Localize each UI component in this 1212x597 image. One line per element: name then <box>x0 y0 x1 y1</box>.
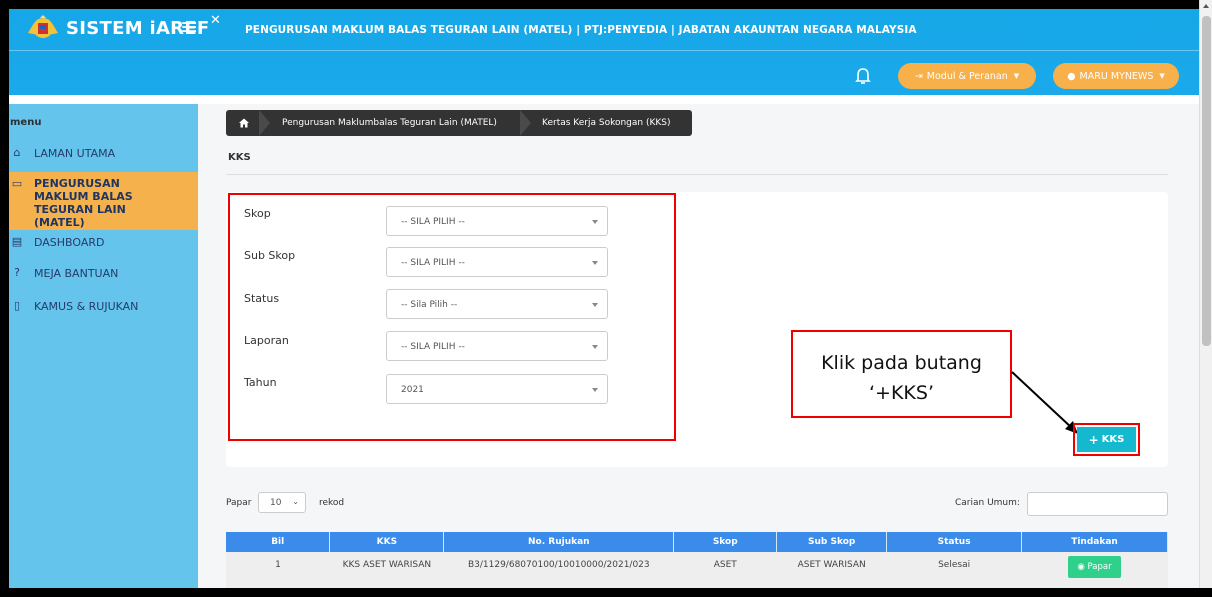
column-header-kks[interactable]: KKS <box>329 532 445 552</box>
column-header-skop[interactable]: Skop <box>673 532 778 552</box>
sidebar-item-laman-utama[interactable]: ⌂ LAMAN UTAMA <box>0 146 198 166</box>
caret-down-icon <box>592 345 598 349</box>
breadcrumb-kks[interactable]: Kertas Kerja Sokongan (KKS) <box>542 118 671 128</box>
scrollbar-thumb[interactable] <box>1202 16 1211 346</box>
search-label: Carian Umum: <box>955 498 1020 508</box>
caret-down-icon <box>592 303 598 307</box>
modul-peranan-dropdown[interactable]: ⇥ Modul & Peranan ▼ <box>898 63 1036 89</box>
sidebar-item-label: PENGURUSAN MAKLUM BALAS TEGURAN LAIN (MA… <box>34 177 133 229</box>
cell-status: Selesai <box>886 552 1022 588</box>
column-header-status[interactable]: Status <box>886 532 1023 552</box>
top-header: SISTEM iAREF ≡ ✕ PENGURUSAN MAKLUM BALAS… <box>0 0 1199 95</box>
user-icon: ● <box>1067 70 1076 82</box>
laporan-select-value: -- SILA PILIH -- <box>401 342 465 352</box>
view-button[interactable]: ◉ Papar <box>1068 556 1121 578</box>
callout-line2: ‘+KKS’ <box>869 382 934 404</box>
sidebar-item-label: MEJA BANTUAN <box>34 267 119 280</box>
sidebar-item-matel[interactable]: ▭ PENGURUSAN MAKLUM BALAS TEGURAN LAIN (… <box>0 172 198 230</box>
cell-sub-skop: ASET WARISAN <box>776 552 887 588</box>
column-header-bil[interactable]: Bil <box>226 532 331 552</box>
table-row: 1 KKS ASET WARISAN B3/1129/68070100/1001… <box>226 552 1168 588</box>
scroll-up-icon[interactable] <box>1203 4 1209 8</box>
signin-icon: ⇥ <box>914 70 923 82</box>
page-size-label: Papar <box>226 498 252 508</box>
label-sub-skop: Sub Skop <box>244 249 296 262</box>
label-tahun: Tahun <box>244 376 277 389</box>
home-icon[interactable] <box>238 117 250 129</box>
scroll-down-icon[interactable] <box>1203 589 1209 593</box>
plus-icon: + <box>1088 432 1099 447</box>
sidebar-item-meja-bantuan[interactable]: ? MEJA BANTUAN <box>0 266 198 286</box>
table-header-row: Bil KKS No. Rujukan Skop Sub Skop Status… <box>226 532 1168 552</box>
tahun-select-value: 2021 <box>401 385 424 395</box>
page-title: KKS <box>228 152 251 163</box>
coat-of-arms-logo <box>28 15 58 38</box>
caret-down-icon: ▼ <box>1013 72 1020 80</box>
sidebar-item-dashboard[interactable]: ▤ DASHBOARD <box>0 235 198 255</box>
view-button-label: Papar <box>1087 562 1112 572</box>
sidebar-item-label: LAMAN UTAMA <box>34 147 116 160</box>
label-skop: Skop <box>244 207 271 220</box>
caret-down-icon <box>592 261 598 265</box>
status-select[interactable]: -- Sila Pilih -- <box>386 289 608 319</box>
caret-down-icon <box>592 220 598 224</box>
cell-tindakan: ◉ Papar <box>1021 552 1168 588</box>
dashboard-icon: ▤ <box>11 235 23 248</box>
sub-skop-select[interactable]: -- SILA PILIH -- <box>386 247 608 277</box>
callout-line1: Klik pada butang <box>821 352 982 374</box>
sidebar-item-kamus-rujukan[interactable]: ▯ KAMUS & RUJUKAN <box>0 299 198 319</box>
sidebar-menu-title: menu <box>10 117 42 128</box>
sidebar-item-label: KAMUS & RUJUKAN <box>34 300 139 313</box>
home-icon: ⌂ <box>13 146 21 159</box>
tahun-select[interactable]: 2021 <box>386 374 608 404</box>
search-input[interactable] <box>1027 492 1168 516</box>
notification-bell-icon[interactable] <box>855 67 871 85</box>
help-icon: ? <box>14 266 20 279</box>
cell-kks: KKS ASET WARISAN <box>329 552 444 588</box>
page-size-value: 10 <box>270 498 282 508</box>
column-header-tindakan: Tindakan <box>1021 532 1168 552</box>
caret-down-icon: ▼ <box>1159 72 1165 80</box>
label-laporan: Laporan <box>244 334 289 347</box>
add-kks-label: KKS <box>1101 434 1125 445</box>
records-label: rekod <box>319 498 345 508</box>
page-size-select[interactable]: 10 ⌄ <box>258 492 306 513</box>
header-title: PENGURUSAN MAKLUM BALAS TEGURAN LAIN (MA… <box>245 24 917 36</box>
skop-select-value: -- SILA PILIH -- <box>401 217 465 227</box>
book-icon: ▯ <box>13 299 21 312</box>
label-status: Status <box>244 292 280 305</box>
skop-select[interactable]: -- SILA PILIH -- <box>386 206 608 236</box>
app-window: SISTEM iAREF ≡ ✕ PENGURUSAN MAKLUM BALAS… <box>0 0 1212 597</box>
user-name: MARU MYNEWS <box>1079 70 1154 82</box>
page-scrollbar[interactable] <box>1199 0 1212 597</box>
column-header-sub-skop[interactable]: Sub Skop <box>776 532 888 552</box>
divider <box>226 174 1168 175</box>
modul-peranan-label: Modul & Peranan <box>926 70 1008 82</box>
sidebar-item-label: DASHBOARD <box>34 236 105 249</box>
chevron-down-icon: ⌄ <box>292 497 299 506</box>
eye-icon: ◉ <box>1077 562 1085 572</box>
user-menu-dropdown[interactable]: ● MARU MYNEWS ▼ <box>1053 63 1179 89</box>
cell-no-rujukan: B3/1129/68070100/10010000/2021/023 <box>443 552 674 588</box>
laporan-select[interactable]: -- SILA PILIH -- <box>386 331 608 361</box>
sub-skop-select-value: -- SILA PILIH -- <box>401 258 465 268</box>
callout-arrow-icon <box>1011 371 1078 434</box>
cell-bil: 1 <box>226 552 330 588</box>
window-icon: ▭ <box>11 177 23 190</box>
add-kks-button[interactable]: + KKS <box>1073 423 1140 456</box>
breadcrumb: Pengurusan Maklumbalas Teguran Lain (MAT… <box>226 110 692 136</box>
status-select-value: -- Sila Pilih -- <box>401 300 458 310</box>
fullscreen-toggle-icon[interactable]: ✕ <box>210 13 221 28</box>
column-header-no-rujukan[interactable]: No. Rujukan <box>443 532 675 552</box>
hamburger-menu-icon[interactable]: ≡ <box>180 15 198 40</box>
breadcrumb-matel[interactable]: Pengurusan Maklumbalas Teguran Lain (MAT… <box>282 118 497 128</box>
caret-down-icon <box>592 388 598 392</box>
instruction-callout: Klik pada butang ‘+KKS’ <box>791 330 1012 418</box>
cell-skop: ASET <box>673 552 777 588</box>
kks-table: Bil KKS No. Rujukan Skop Sub Skop Status… <box>226 532 1168 588</box>
